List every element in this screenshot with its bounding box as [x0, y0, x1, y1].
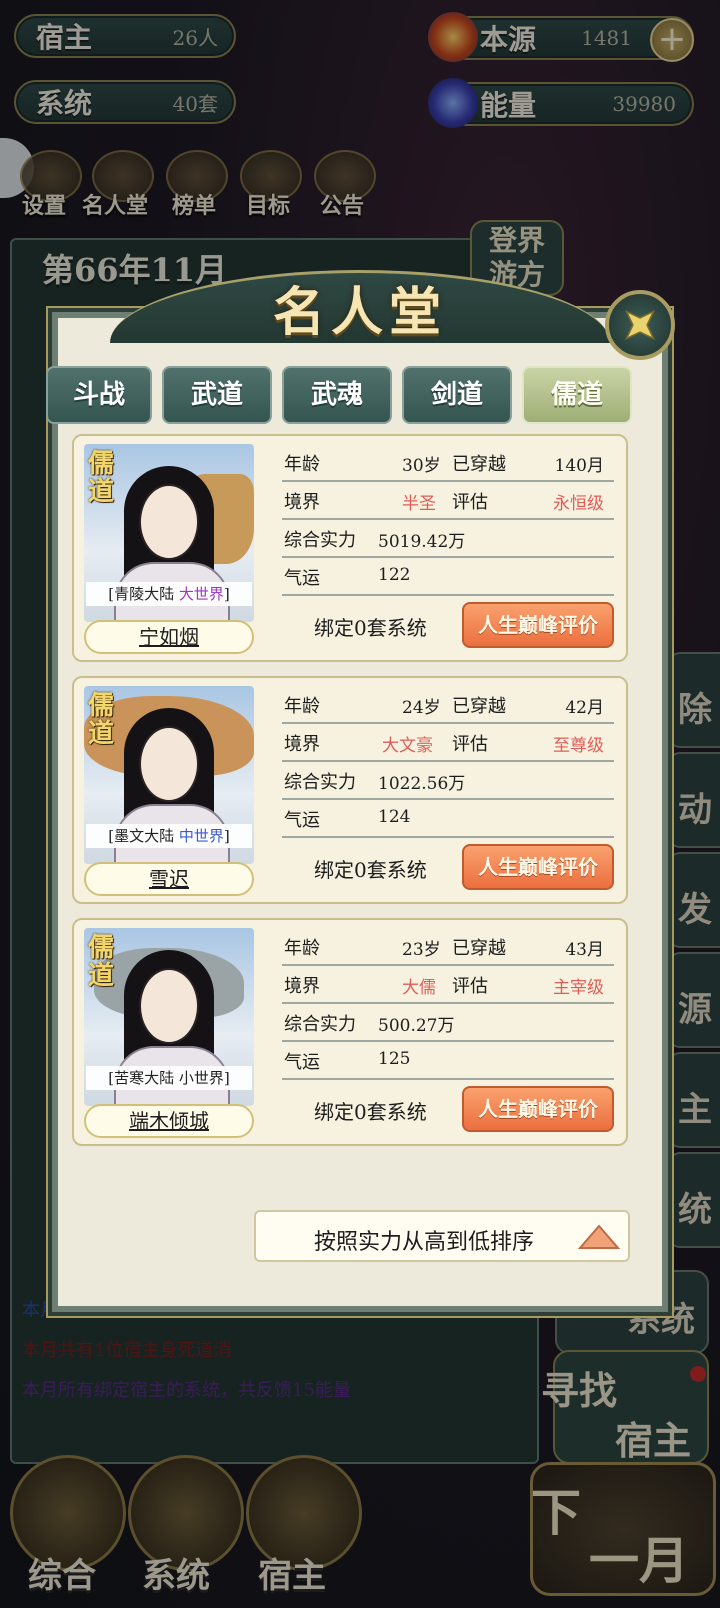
hero-card-2: 儒道 [墨文大陆 中世界] 雪迟 年龄 24岁 已穿越 42月 境界 大文豪 评…	[72, 676, 628, 904]
school-badge: 儒道	[88, 933, 115, 991]
age-value: 30岁	[402, 456, 441, 476]
world-size: 中世界	[178, 827, 224, 845]
luck-label: 气运	[284, 810, 320, 831]
power-value: 5019.42万	[378, 532, 466, 552]
stat-row-power: 综合实力 1022.56万	[282, 764, 614, 800]
age-value: 24岁	[402, 698, 441, 718]
stat-row-age: 年龄 24岁 已穿越 42月	[282, 688, 614, 724]
world-tag: [墨文大陆 中世界]	[86, 824, 252, 848]
close-button[interactable]	[605, 290, 675, 360]
world-tag: [青陵大陆 大世界]	[86, 582, 252, 606]
hero-name[interactable]: 宁如烟	[84, 620, 254, 654]
age-label: 年龄	[284, 696, 320, 717]
world-size: 小世界	[178, 1069, 224, 1087]
time-value: 140月	[554, 456, 604, 476]
power-label: 综合实力	[284, 772, 356, 793]
realm-value: 大儒	[402, 978, 436, 998]
tab-confucian[interactable]: 儒道	[522, 366, 632, 424]
bind-count: 绑定0套系统	[314, 616, 427, 640]
close-icon	[624, 309, 656, 341]
world-tag: [苦寒大陆 小世界]	[86, 1066, 252, 1090]
life-peak-eval-button[interactable]: 人生巅峰评价	[462, 844, 614, 890]
age-value: 23岁	[402, 940, 441, 960]
realm-value: 大文豪	[382, 736, 433, 756]
life-peak-eval-button[interactable]: 人生巅峰评价	[462, 602, 614, 648]
stat-row-luck: 气运 124	[282, 802, 614, 838]
tab-martial-soul[interactable]: 武魂	[282, 366, 392, 424]
hero-card-1: 儒道 [青陵大陆 大世界] 宁如烟 年龄 30岁 已穿越 140月 境界 半圣 …	[72, 434, 628, 662]
stat-row-realm: 境界 大儒 评估 主宰级	[282, 968, 614, 1004]
luck-value: 125	[378, 1049, 411, 1069]
tab-sword[interactable]: 剑道	[402, 366, 512, 424]
age-label: 年龄	[284, 454, 320, 475]
eval-label: 评估	[452, 976, 488, 997]
eval-label: 评估	[452, 492, 488, 513]
world-name: 苦寒大陆	[114, 1069, 175, 1087]
hero-card-3: 儒道 [苦寒大陆 小世界] 端木倾城 年龄 23岁 已穿越 43月 境界 大儒 …	[72, 918, 628, 1146]
power-value: 500.27万	[378, 1016, 455, 1036]
world-size: 大世界	[178, 585, 224, 603]
sort-arrow-icon	[578, 1224, 620, 1249]
stat-row-power: 综合实力 5019.42万	[282, 522, 614, 558]
sort-toggle-button[interactable]: 按照实力从高到低排序	[254, 1210, 630, 1262]
power-label: 综合实力	[284, 1014, 356, 1035]
stat-row-power: 综合实力 500.27万	[282, 1006, 614, 1042]
time-label: 已穿越	[452, 454, 506, 475]
eval-value: 主宰级	[553, 978, 604, 998]
age-label: 年龄	[284, 938, 320, 959]
time-label: 已穿越	[452, 696, 506, 717]
life-peak-eval-button[interactable]: 人生巅峰评价	[462, 1086, 614, 1132]
luck-label: 气运	[284, 568, 320, 589]
eval-value: 永恒级	[553, 494, 604, 514]
school-badge: 儒道	[88, 691, 115, 749]
bind-count: 绑定0套系统	[314, 858, 427, 882]
world-name: 青陵大陆	[114, 585, 175, 603]
hero-name[interactable]: 端木倾城	[84, 1104, 254, 1138]
stat-row-age: 年龄 23岁 已穿越 43月	[282, 930, 614, 966]
hero-name[interactable]: 雪迟	[84, 862, 254, 896]
stat-row-luck: 气运 125	[282, 1044, 614, 1080]
eval-label: 评估	[452, 734, 488, 755]
realm-label: 境界	[284, 976, 320, 997]
power-value: 1022.56万	[378, 774, 466, 794]
bind-count: 绑定0套系统	[314, 1100, 427, 1124]
luck-label: 气运	[284, 1052, 320, 1073]
time-value: 42月	[565, 698, 604, 718]
school-badge: 儒道	[88, 449, 115, 507]
time-value: 43月	[565, 940, 604, 960]
sort-label: 按照实力从高到低排序	[314, 1230, 535, 1255]
luck-value: 122	[378, 565, 411, 585]
tab-battle[interactable]: 斗战	[46, 366, 152, 424]
realm-value: 半圣	[402, 494, 436, 514]
time-label: 已穿越	[452, 938, 506, 959]
luck-value: 124	[378, 807, 411, 827]
world-name: 墨文大陆	[114, 827, 175, 845]
stat-row-realm: 境界 大文豪 评估 至尊级	[282, 726, 614, 762]
stat-row-realm: 境界 半圣 评估 永恒级	[282, 484, 614, 520]
realm-label: 境界	[284, 734, 320, 755]
power-label: 综合实力	[284, 530, 356, 551]
stat-row-luck: 气运 122	[282, 560, 614, 596]
realm-label: 境界	[284, 492, 320, 513]
stat-row-age: 年龄 30岁 已穿越 140月	[282, 446, 614, 482]
tab-martial[interactable]: 武道	[162, 366, 272, 424]
eval-value: 至尊级	[553, 736, 604, 756]
